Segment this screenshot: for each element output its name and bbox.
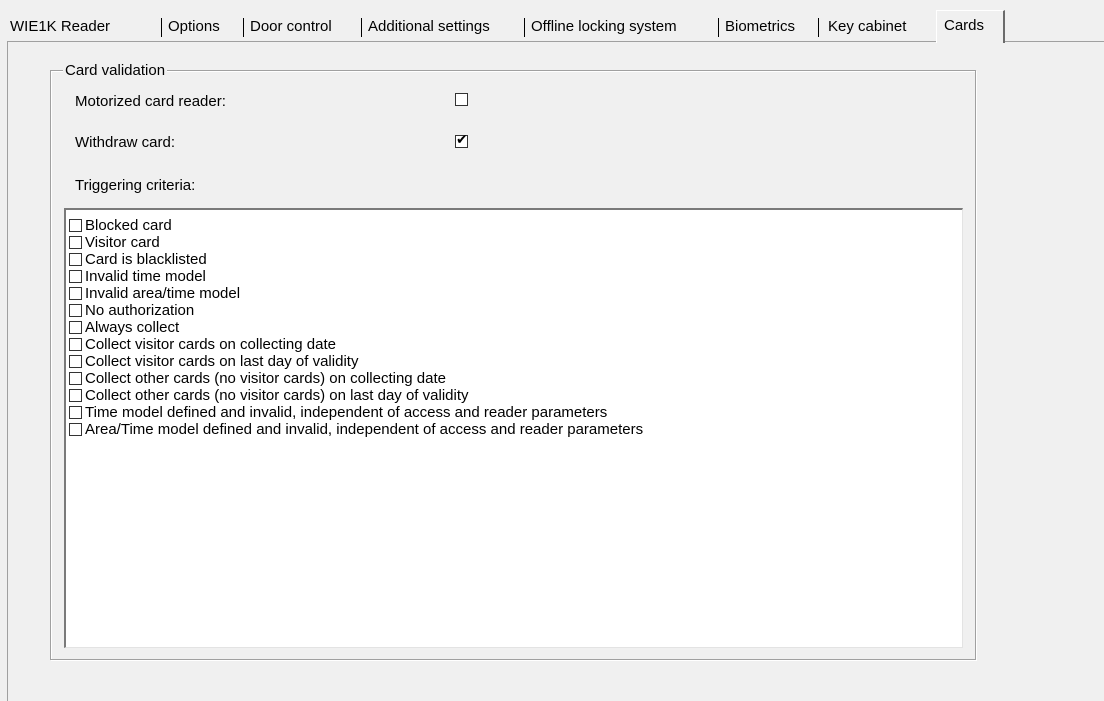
tab-separator <box>524 18 525 37</box>
motorized-card-reader-checkbox[interactable] <box>455 93 468 106</box>
tab-separator <box>361 18 362 37</box>
criteria-checkbox[interactable] <box>69 355 82 368</box>
checkmark-icon: ✔ <box>456 131 468 147</box>
tab-cards-label: Cards <box>944 17 985 34</box>
triggering-criteria-list[interactable]: Blocked card Visitor card Card is blackl… <box>64 208 963 648</box>
criteria-label: Card is blacklisted <box>85 251 207 268</box>
criteria-label: Time model defined and invalid, independ… <box>85 404 608 421</box>
tab-cards[interactable]: Cards <box>936 10 1005 43</box>
criteria-checkbox[interactable] <box>69 372 82 385</box>
criteria-label: Area/Time model defined and invalid, ind… <box>85 421 644 438</box>
criteria-label: Blocked card <box>85 217 172 234</box>
criteria-checkbox[interactable] <box>69 406 82 419</box>
panel-border-left <box>7 41 8 701</box>
criteria-label: Collect visitor cards on collecting date <box>85 336 336 353</box>
criteria-checkbox[interactable] <box>69 423 82 436</box>
withdraw-card-checkbox[interactable]: ✔ <box>455 131 468 148</box>
tab-additional-settings[interactable]: Additional settings <box>368 14 490 39</box>
tab-separator <box>243 18 244 37</box>
tab-door-control[interactable]: Door control <box>250 14 332 39</box>
tab-offline-locking-system[interactable]: Offline locking system <box>531 14 677 39</box>
criteria-label: Collect visitor cards on last day of val… <box>85 353 359 370</box>
criteria-label: Invalid area/time model <box>85 285 241 302</box>
tab-key-cabinet[interactable]: Key cabinet <box>828 14 906 39</box>
triggering-criteria-label: Triggering criteria: <box>75 177 196 194</box>
card-validation-title: Card validation <box>63 62 168 80</box>
criteria-checkbox[interactable] <box>69 338 82 351</box>
criteria-checkbox[interactable] <box>69 253 82 266</box>
tab-biometrics[interactable]: Biometrics <box>725 14 795 39</box>
criteria-label: Always collect <box>85 319 180 336</box>
criteria-checkbox[interactable] <box>69 389 82 402</box>
tab-wie1k-reader[interactable]: WIE1K Reader <box>10 14 110 39</box>
criteria-checkbox[interactable] <box>69 304 82 317</box>
criteria-label: Invalid time model <box>85 268 206 285</box>
withdraw-card-label: Withdraw card: <box>75 134 176 151</box>
criteria-checkbox[interactable] <box>69 321 82 334</box>
motorized-card-reader-label: Motorized card reader: <box>75 93 226 110</box>
tab-separator <box>818 18 819 37</box>
criteria-checkbox[interactable] <box>69 236 82 249</box>
criteria-checkbox[interactable] <box>69 270 82 283</box>
criteria-label: Visitor card <box>85 234 160 251</box>
cards-settings-window: WIE1K Reader Options Door control Additi… <box>0 0 1104 701</box>
criteria-checkbox[interactable] <box>69 287 82 300</box>
tab-options[interactable]: Options <box>168 14 220 39</box>
tab-separator <box>718 18 719 37</box>
criteria-checkbox[interactable] <box>69 219 82 232</box>
tab-strip: WIE1K Reader Options Door control Additi… <box>0 0 1104 43</box>
criteria-label: Collect other cards (no visitor cards) o… <box>85 387 469 404</box>
criteria-label: No authorization <box>85 302 195 319</box>
criteria-label: Collect other cards (no visitor cards) o… <box>85 370 446 387</box>
tab-separator <box>161 18 162 37</box>
